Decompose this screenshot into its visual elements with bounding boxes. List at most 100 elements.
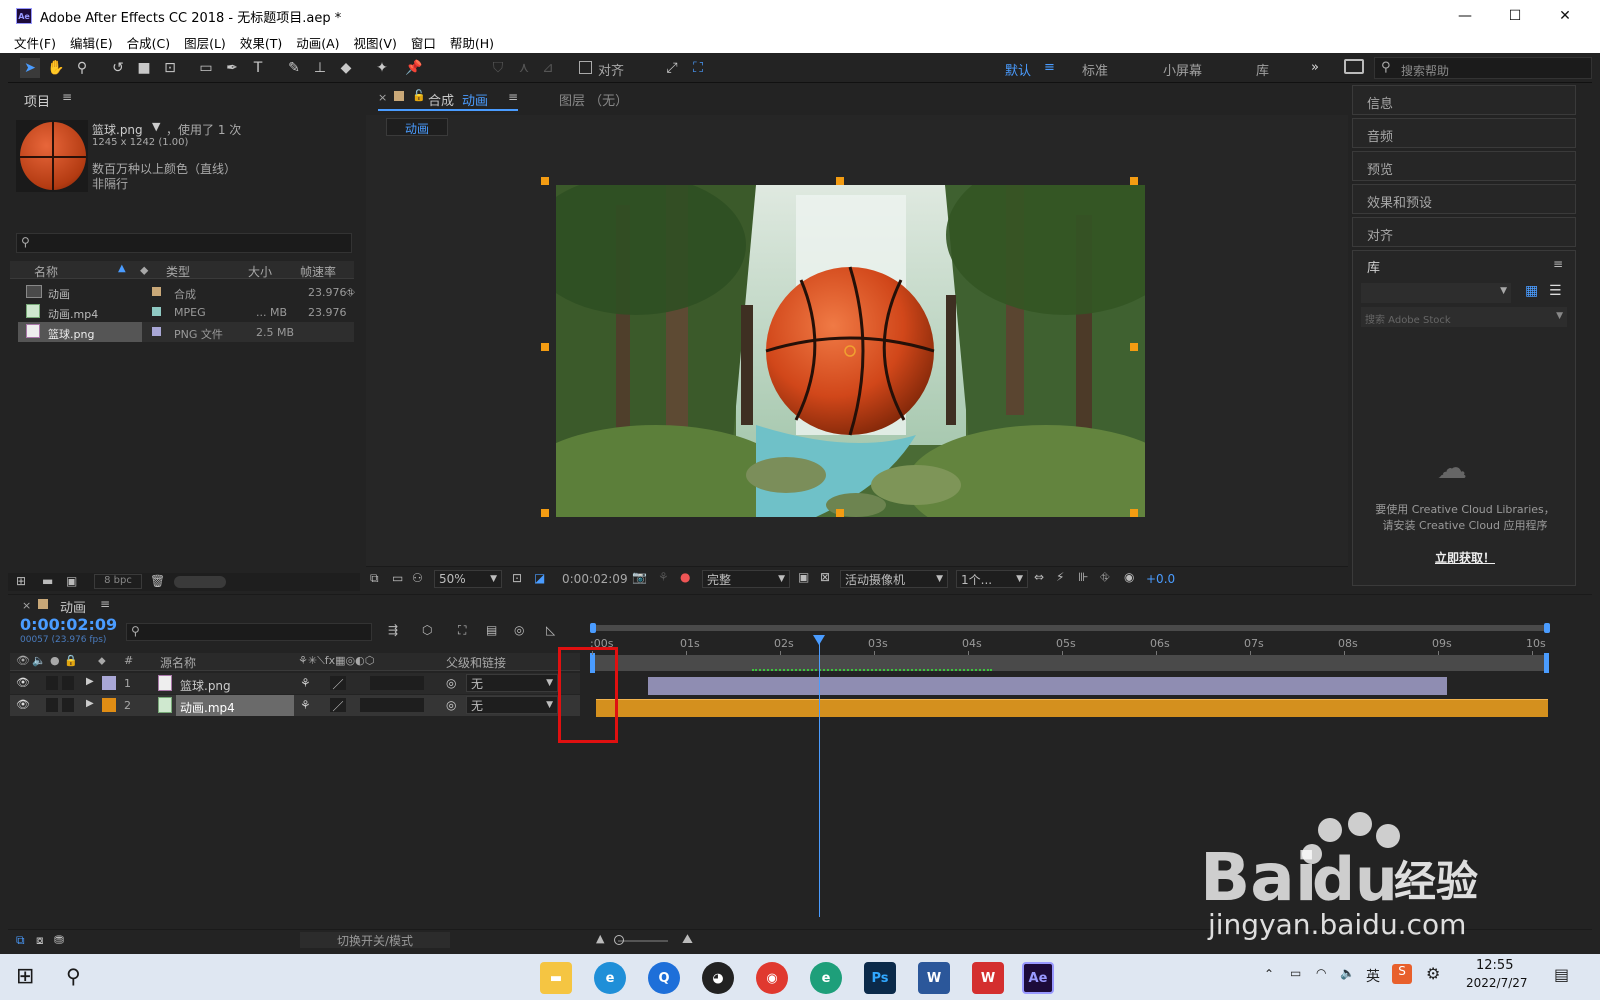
camera-dropdown[interactable]: 活动摄像机 ▼ [840, 570, 948, 588]
workspace-menu-icon[interactable]: ≡ [1044, 60, 1055, 75]
timeline-search-box[interactable]: ⚲ [126, 623, 372, 641]
grid-view-icon[interactable]: ▦ [1525, 283, 1538, 299]
close-tab-icon[interactable]: × [22, 599, 31, 612]
bit-depth-button[interactable]: 8 bpc [94, 574, 142, 589]
new-composition-icon[interactable]: ▣ [66, 574, 77, 588]
transparency-icon[interactable]: ⊠ [820, 570, 830, 584]
playhead[interactable] [819, 635, 821, 917]
fast-previews-icon[interactable]: ⚡ [1056, 570, 1064, 584]
stock-search-input[interactable]: 搜索 Adobe Stock [1365, 311, 1451, 326]
chrome-icon[interactable]: ◉ [756, 962, 788, 994]
time-ruler[interactable]: :00s 01s 02s 03s 04s 05s 06s 07s 08s 09s 10s [590, 595, 1548, 655]
comp-mini-flowchart-icon[interactable]: ⇶ [388, 623, 398, 637]
workspace-default[interactable]: 默认 [1005, 60, 1031, 79]
clock-time[interactable]: 12:55 [1476, 958, 1513, 973]
puppet-pin-tool-icon[interactable]: 📌 [404, 58, 424, 78]
show-snapshot-icon[interactable]: ⚘ [658, 570, 669, 584]
zoom-tool-icon[interactable]: ⚲ [72, 58, 92, 78]
layer-name[interactable]: 篮球.png [180, 677, 231, 694]
library-menu-icon[interactable]: ≡ [1553, 257, 1563, 271]
roto-brush-tool-icon[interactable]: ✦ [372, 58, 392, 78]
close-tab-icon[interactable]: × [378, 91, 387, 104]
minimize-button[interactable]: — [1440, 0, 1490, 32]
viewer-menu-icon[interactable]: ≡ [508, 90, 518, 104]
work-area-end[interactable] [1544, 653, 1549, 673]
expand-arrow-icon[interactable]: ▶ [86, 676, 94, 687]
help-search-box[interactable]: ⚲ 搜索帮助 [1374, 57, 1592, 79]
help-search-input[interactable]: 搜索帮助 [1401, 62, 1449, 79]
align-panel[interactable]: 对齐 [1352, 217, 1576, 247]
layer-name[interactable]: 动画.mp4 [180, 699, 235, 716]
preview-panel[interactable]: 预览 [1352, 151, 1576, 181]
align-checkbox[interactable] [579, 61, 592, 74]
list-view-icon[interactable]: ☰ [1549, 283, 1562, 299]
thumbnail-scrollbar[interactable] [174, 576, 226, 588]
sync-settings-icon[interactable] [1344, 59, 1364, 74]
layer-tab[interactable]: 图层 （无） [559, 90, 628, 109]
views-dropdown[interactable]: 1个... ▼ [956, 570, 1028, 588]
menu-animation[interactable]: 动画(A) [296, 33, 339, 52]
snapping-icon[interactable]: ⤢ [662, 58, 682, 78]
view-axis-icon[interactable]: ⊿ [538, 58, 558, 78]
col-size[interactable]: 大小 [248, 263, 272, 280]
layer-label-color[interactable] [102, 698, 116, 712]
color-channels-icon[interactable]: ● [680, 570, 690, 584]
hand-tool-icon[interactable]: ✋ [46, 58, 66, 78]
fit-frame-icon[interactable]: ⊡ [512, 571, 522, 585]
list-item[interactable]: 动画.mp4 MPEG ... MB 23.976 [18, 302, 354, 322]
mask-view-icon[interactable]: ⚇ [412, 571, 423, 585]
frame-blending-icon[interactable]: ▤ [486, 623, 497, 637]
layer-switches[interactable] [360, 698, 424, 712]
layer-handle[interactable] [1130, 343, 1138, 351]
snap-options-icon[interactable]: ⛶ [688, 58, 708, 78]
workspace-small-screen[interactable]: 小屏幕 [1163, 60, 1202, 79]
battery-icon[interactable]: ▭ [1290, 966, 1301, 980]
zoom-slider[interactable] [618, 940, 668, 942]
region-of-interest-icon[interactable]: ▣ [798, 570, 809, 584]
trash-icon[interactable]: 🗑 [150, 574, 165, 588]
more-workspaces-icon[interactable]: » [1311, 60, 1319, 75]
project-menu-icon[interactable]: ≡ [62, 90, 72, 104]
col-type[interactable]: 类型 [166, 263, 190, 280]
eye-icon[interactable]: 👁 [16, 654, 30, 667]
lock-icon[interactable]: 🔓 [412, 89, 426, 102]
layer-label-color[interactable] [102, 676, 116, 690]
layer-duration-bar[interactable] [596, 699, 1548, 717]
in-out-pane-icon[interactable]: ⛃ [54, 933, 64, 947]
pen-tool-icon[interactable]: ✒ [222, 58, 242, 78]
menu-edit[interactable]: 编辑(E) [70, 33, 113, 52]
project-search-box[interactable]: ⚲ [16, 233, 352, 253]
get-cc-link[interactable]: 立即获取！ [1353, 549, 1577, 566]
viewer-timecode[interactable]: 0:00:02:09 [562, 572, 628, 586]
label-column-icon[interactable]: ⬥ [140, 263, 148, 278]
layer-switches-pane-icon[interactable]: ⧉ [16, 933, 25, 948]
transparency-grid-icon[interactable]: ◪ [534, 571, 545, 585]
after-effects-taskbar-icon[interactable]: Ae [1022, 962, 1054, 994]
hide-shy-layers-icon[interactable]: ⛶ [458, 623, 466, 638]
motion-blur-icon[interactable]: ◎ [514, 623, 524, 637]
layer-handle[interactable] [836, 177, 844, 185]
menu-effect[interactable]: 效果(T) [240, 33, 282, 52]
current-time-display[interactable]: 0:00:02:09 [20, 615, 117, 634]
layer-row[interactable]: 👁 ▶ 1 篮球.png ⚘ ／ ◎ 无 ▼ [10, 673, 580, 694]
audio-icon[interactable]: 🔈 [32, 654, 46, 667]
pick-whip-icon[interactable]: ◎ [446, 698, 456, 712]
brush-tool-icon[interactable]: ✎ [284, 58, 304, 78]
label-icon[interactable]: ⬥ [98, 654, 106, 668]
rotate-tool-icon[interactable]: ↺ [108, 58, 128, 78]
menu-composition[interactable]: 合成(C) [127, 33, 170, 52]
clock-date[interactable]: 2022/7/27 [1466, 976, 1528, 990]
library-title[interactable]: 库 [1367, 257, 1380, 276]
layer-row-selected[interactable]: 👁 ▶ 2 动画.mp4 ⚘ ／ ◎ 无 ▼ [10, 695, 580, 716]
eraser-tool-icon[interactable]: ◆ [336, 58, 356, 78]
library-dropdown[interactable]: ▼ [1361, 283, 1511, 303]
quality-switch-icon[interactable]: ／ [330, 698, 346, 713]
info-panel[interactable]: 信息 [1352, 85, 1576, 115]
layer-handle[interactable] [541, 343, 549, 351]
gear-icon[interactable]: ⚙ [1426, 964, 1440, 983]
shy-switch-icon[interactable]: ⚘ [300, 698, 311, 712]
file-explorer-icon[interactable]: ▬ [540, 962, 572, 994]
composition-canvas[interactable] [556, 185, 1145, 517]
toggle-pixel-aspect-icon[interactable]: ⇔ [1034, 570, 1044, 584]
toggle-switches-modes-button[interactable]: 切换开关/模式 [300, 932, 450, 948]
